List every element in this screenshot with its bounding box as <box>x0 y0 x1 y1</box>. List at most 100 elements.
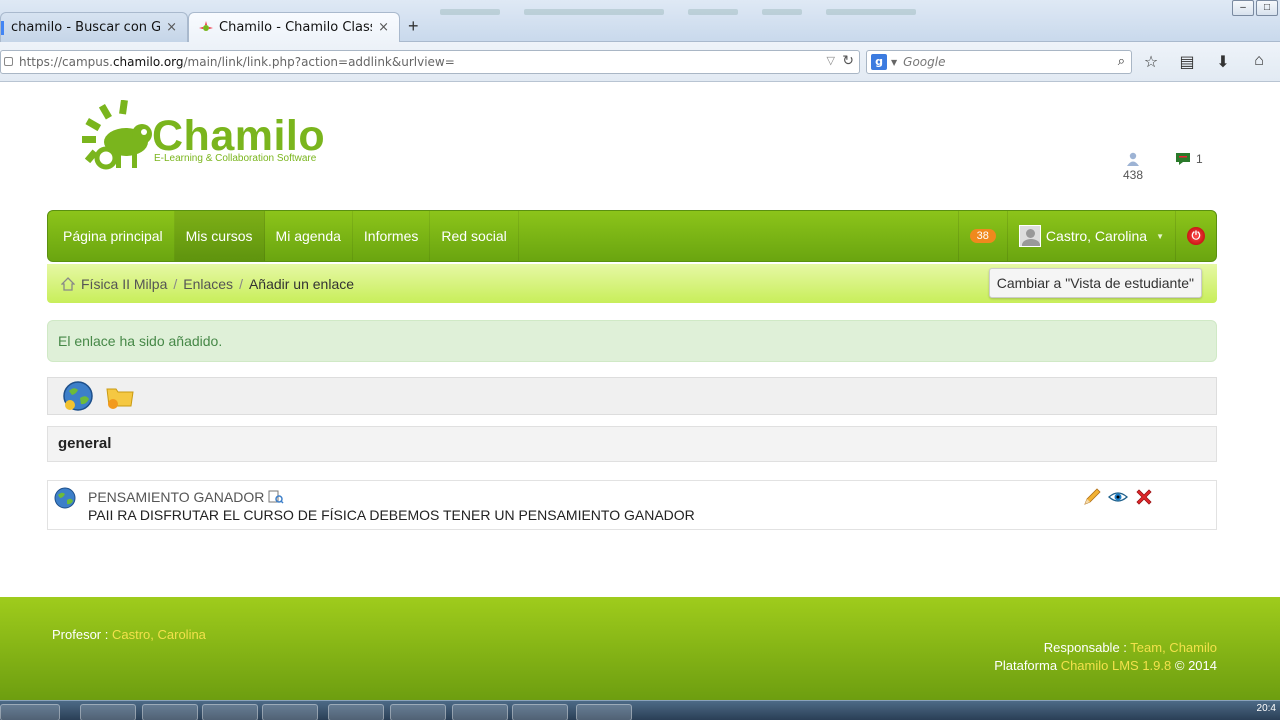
link-actions <box>1082 487 1154 507</box>
maximize-icon[interactable]: □ <box>1256 0 1278 16</box>
add-folder-icon[interactable] <box>104 380 136 412</box>
google-favicon-icon <box>1 20 5 35</box>
breadcrumb-separator: / <box>239 275 243 292</box>
messages-count: 1 <box>1196 152 1203 166</box>
tab-title: chamilo - Buscar con Goo... <box>11 20 161 35</box>
responsible-name-link[interactable]: Team, Chamilo <box>1130 640 1217 655</box>
tab-title: Chamilo - Chamilo Classic ... <box>219 20 372 35</box>
link-title-text[interactable]: PENSAMIENTO GANADOR <box>88 489 264 505</box>
responsible-label: Responsable : <box>1043 640 1127 655</box>
chevron-down-icon[interactable]: ▼ <box>891 58 897 67</box>
teacher-name-link[interactable]: Castro, Carolina <box>112 627 206 642</box>
breadcrumb-links[interactable]: Enlaces <box>183 276 233 292</box>
footer-platform: Plataforma Chamilo LMS 1.9.8 © 2014 <box>994 658 1217 673</box>
browser-tab-bar: chamilo - Buscar con Goo... × Chamilo - … <box>0 0 1280 42</box>
window-controls: – □ <box>1230 0 1278 16</box>
bookmark-star-icon[interactable]: ☆ <box>1140 52 1162 72</box>
browser-navigation-bar: https://campus. chamilo.org/main/link/lin… <box>0 42 1280 82</box>
copyright: © 2014 <box>1174 658 1217 673</box>
chat-icon <box>1176 153 1190 165</box>
dropdown-arrow-icon[interactable]: ▽ <box>827 54 835 67</box>
google-icon[interactable]: g <box>871 54 887 70</box>
online-users-indicator[interactable]: 438 <box>1118 152 1148 182</box>
new-tab-button[interactable]: + <box>408 16 419 37</box>
globe-icon <box>54 487 76 509</box>
url-host: chamilo.org <box>112 55 184 69</box>
reload-icon[interactable]: ↻ <box>842 53 854 69</box>
main-navigation: Página principal Mis cursos Mi agenda In… <box>47 210 1217 262</box>
platform-label: Plataforma <box>994 658 1058 673</box>
close-icon[interactable]: × <box>166 20 177 35</box>
messages-indicator[interactable]: 1 <box>1176 152 1203 166</box>
chevron-down-icon: ▼ <box>1156 231 1164 241</box>
taskbar-app-icon[interactable] <box>576 704 632 720</box>
close-icon[interactable]: × <box>378 20 389 35</box>
tab-chamilo[interactable]: Chamilo - Chamilo Classic ... × <box>188 12 400 42</box>
address-bar[interactable]: https://campus. chamilo.org/main/link/lin… <box>0 50 860 74</box>
student-view-button[interactable]: Cambiar a "Vista de estudiante" <box>988 268 1202 298</box>
success-alert: El enlace ha sido añadido. <box>47 320 1217 362</box>
breadcrumb-course[interactable]: Física II Milpa <box>81 276 167 292</box>
link-description: PAII RA DISFRUTAR EL CURSO DE FÍSICA DEB… <box>88 507 695 523</box>
alert-message: El enlace ha sido añadido. <box>58 333 223 349</box>
link-title[interactable]: PENSAMIENTO GANADOR <box>88 489 284 505</box>
taskbar-app-icon[interactable] <box>512 704 568 720</box>
actions-toolbar <box>47 377 1217 415</box>
category-header[interactable]: general <box>47 426 1217 462</box>
home-icon[interactable] <box>61 276 75 291</box>
search-icon[interactable]: ⌕ <box>1118 54 1125 69</box>
breadcrumb-current: Añadir un enlace <box>248 275 355 292</box>
visibility-eye-icon[interactable] <box>1108 487 1128 507</box>
toolbar-icons: ☆ ▤ ⬇ ⌂ <box>1140 52 1270 72</box>
footer-responsible: Responsable : Team, Chamilo <box>1044 640 1217 655</box>
reading-list-icon[interactable]: ▤ <box>1176 52 1198 72</box>
taskbar-app-icon[interactable] <box>390 704 446 720</box>
nav-item-reports[interactable]: Informes <box>353 211 431 261</box>
breadcrumb-separator: / <box>173 275 178 292</box>
taskbar-clock[interactable]: 20:4 <box>1257 703 1276 714</box>
taskbar-app-icon[interactable] <box>202 704 258 720</box>
tab-google-search[interactable]: chamilo - Buscar con Goo... × <box>0 12 188 42</box>
taskbar-app-icon[interactable] <box>328 704 384 720</box>
platform-link[interactable]: Chamilo LMS 1.9.8 <box>1061 658 1172 673</box>
delete-icon[interactable] <box>1134 487 1154 507</box>
taskbar-app-icon[interactable] <box>142 704 198 720</box>
nav-item-home[interactable]: Página principal <box>48 211 175 261</box>
link-item: PENSAMIENTO GANADOR PAII RA DISFRUTAR EL… <box>47 480 1217 530</box>
url-prefix: https://campus. <box>19 55 113 69</box>
breadcrumb: Física II Milpa / Enlaces / Añadir un en… <box>47 264 1217 303</box>
minimize-icon[interactable]: – <box>1232 0 1254 16</box>
search-bar[interactable]: g ▼ Google ⌕ <box>866 50 1132 74</box>
teacher-label: Profesor : <box>52 627 109 642</box>
search-input[interactable]: Google <box>903 55 945 69</box>
page: Chamilo E-Learning & Collaboration Softw… <box>0 82 1280 700</box>
user-menu[interactable]: Castro, Carolina ▼ <box>1006 211 1175 261</box>
nav-item-agenda[interactable]: Mi agenda <box>265 211 353 261</box>
preview-icon[interactable] <box>268 490 284 504</box>
edit-pencil-icon[interactable] <box>1082 487 1102 507</box>
footer-teacher: Profesor : Castro, Carolina <box>52 627 206 642</box>
taskbar-app-icon[interactable] <box>452 704 508 720</box>
footer: Profesor : Castro, Carolina Responsable … <box>0 597 1280 700</box>
taskbar-app-icon[interactable] <box>0 704 60 720</box>
nav-item-social[interactable]: Red social <box>430 211 519 261</box>
add-link-icon[interactable] <box>62 380 94 412</box>
home-icon[interactable]: ⌂ <box>1248 52 1270 72</box>
power-icon[interactable]: ⏻ <box>1187 227 1205 245</box>
background-tabs <box>440 6 920 18</box>
user-icon <box>1127 152 1139 166</box>
online-users-count: 438 <box>1122 168 1144 182</box>
taskbar-app-icon[interactable] <box>262 704 318 720</box>
os-taskbar: 20:4 <box>0 700 1280 720</box>
avatar <box>1018 225 1041 247</box>
logo-subtitle: E-Learning & Collaboration Software <box>154 153 317 164</box>
nav-item-my-courses[interactable]: Mis cursos <box>174 211 265 261</box>
user-name: Castro, Carolina <box>1045 228 1148 244</box>
notifications-badge[interactable]: 38 <box>969 229 996 243</box>
logout-button[interactable]: ⏻ <box>1175 211 1216 261</box>
taskbar-app-icon[interactable] <box>80 704 136 720</box>
notifications-badge-wrapper[interactable]: 38 <box>957 211 1007 261</box>
download-icon[interactable]: ⬇ <box>1212 52 1234 72</box>
chamilo-favicon-icon <box>199 20 213 31</box>
